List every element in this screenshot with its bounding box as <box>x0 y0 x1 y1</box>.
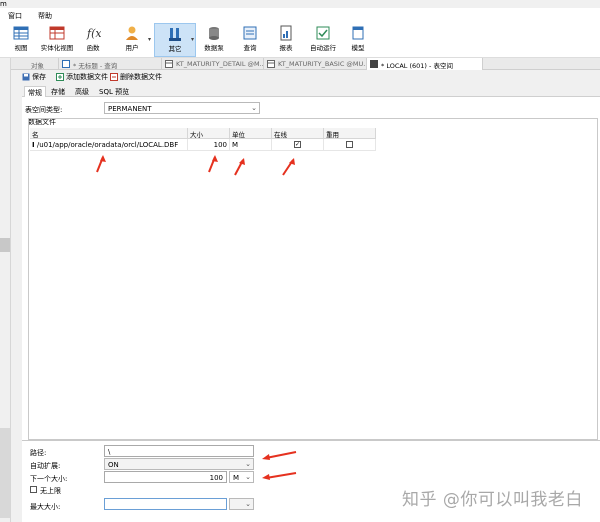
model-button[interactable]: 模型 <box>344 23 372 57</box>
path-input[interactable]: \ <box>104 445 254 457</box>
chevron-down-icon: ⌄ <box>251 104 257 112</box>
column-header-online[interactable]: 在线 <box>272 128 324 139</box>
cell-size[interactable]: 100 <box>188 139 230 151</box>
cell-unit[interactable]: M <box>230 139 272 151</box>
unlimited-label: 无上限 <box>40 487 61 495</box>
row-cursor-icon: I <box>32 141 35 149</box>
menu-window[interactable]: 窗口 <box>8 11 22 21</box>
next-size-input[interactable]: 100 <box>104 471 227 483</box>
annotation-arrow <box>96 155 106 173</box>
main-toolbar: 视图 实体化视图 f(x) 函数 用户 其它 数据泵 查询 报表 自动运行 模型… <box>0 22 600 58</box>
annotation-arrow <box>234 158 245 176</box>
table-icon <box>13 26 29 40</box>
annotation-arrow <box>208 155 218 173</box>
tab-untitled-query[interactable]: * 无标题 - 查询 <box>59 58 162 70</box>
tablespace-type-select[interactable]: PERMANENT ⌄ <box>104 102 260 114</box>
next-size-unit-select[interactable]: M ⌄ <box>229 471 254 483</box>
add-datafile-button[interactable]: 添加数据文件 <box>56 72 108 82</box>
user-button[interactable]: 用户 <box>116 23 148 57</box>
tablespace-tab-icon <box>370 60 378 68</box>
watermark: 知乎 @你可以叫我老白 <box>402 490 583 510</box>
window-title-fragment: m <box>0 0 7 8</box>
svg-text:f(x): f(x) <box>86 27 101 40</box>
online-checkbox[interactable]: ✓ <box>294 141 301 148</box>
unlimited-checkbox[interactable] <box>30 486 37 493</box>
path-label: 路径: <box>30 449 47 457</box>
query-button[interactable]: 查询 <box>236 23 264 57</box>
reuse-checkbox[interactable] <box>346 141 353 148</box>
query-icon <box>243 26 257 40</box>
max-size-unit-select[interactable]: ⌄ <box>229 498 254 510</box>
tab-advanced[interactable]: 高级 <box>72 86 92 97</box>
function-icon: f(x) <box>86 27 101 40</box>
left-side-strip <box>0 58 11 522</box>
user-dropdown-arrow-icon[interactable]: ▾ <box>148 36 151 43</box>
save-icon <box>22 73 30 81</box>
chevron-down-icon: ⌄ <box>245 460 251 468</box>
data-pump-button[interactable]: 数据泵 <box>200 23 228 57</box>
document-tab-bar: 对象 * 无标题 - 查询 KT_MATURITY_DETAIL @M... K… <box>11 58 600 70</box>
view-button[interactable]: 视图 <box>6 23 36 57</box>
column-header-name[interactable]: 名 <box>30 128 188 139</box>
automation-button[interactable]: 自动运行 <box>306 23 340 57</box>
automation-icon <box>316 26 330 40</box>
tab-storage[interactable]: 存储 <box>48 86 68 97</box>
data-pump-icon <box>209 27 219 40</box>
add-file-icon <box>56 73 64 81</box>
annotation-arrow <box>282 158 295 176</box>
next-size-label: 下一个大小: <box>30 475 68 483</box>
table-tab-icon <box>267 60 275 68</box>
delete-datafile-button[interactable]: 删除数据文件 <box>110 72 162 82</box>
annotation-arrow <box>262 472 297 480</box>
menu-help[interactable]: 帮助 <box>38 11 52 21</box>
function-button[interactable]: f(x) 函数 <box>78 23 108 57</box>
user-icon <box>126 26 138 40</box>
materialized-view-button[interactable]: 实体化视图 <box>38 23 76 57</box>
table-tab-icon <box>165 60 173 68</box>
tab-kt-maturity-detail[interactable]: KT_MATURITY_DETAIL @M... <box>162 58 264 70</box>
main-content: 表空间类型: PERMANENT ⌄ 数据文件 名 大小 单位 在线 重用 I … <box>22 97 600 522</box>
cell-online[interactable]: ✓ <box>272 139 324 151</box>
column-header-reuse[interactable]: 重用 <box>324 128 376 139</box>
other-dropdown-arrow-icon[interactable]: ▾ <box>191 36 194 43</box>
tablespace-type-label: 表空间类型: <box>25 106 63 114</box>
cell-reuse[interactable] <box>324 139 376 151</box>
datafile-grid: 名 大小 单位 在线 重用 I /u01/app/oracle/oradata/… <box>30 128 376 152</box>
annotation-arrow <box>262 451 297 460</box>
left-strip-marker[interactable] <box>0 238 10 252</box>
subtab-bar: 常规 存储 高级 SQL 预览 <box>22 85 600 97</box>
materialized-view-icon <box>49 26 65 40</box>
save-button[interactable]: 保存 <box>22 72 46 82</box>
model-icon <box>352 26 364 40</box>
tab-kt-maturity-basic[interactable]: KT_MATURITY_BASIC @MU... <box>264 58 367 70</box>
tab-local-tablespace[interactable]: * LOCAL (601) - 表空间 <box>367 58 483 70</box>
report-button[interactable]: 报表 <box>272 23 300 57</box>
tab-objects[interactable]: 对象 <box>11 58 59 70</box>
query-tab-icon <box>62 60 70 68</box>
column-header-unit[interactable]: 单位 <box>230 128 272 139</box>
datafile-group <box>28 118 598 440</box>
tab-sql-preview[interactable]: SQL 预览 <box>96 86 132 97</box>
autoextend-label: 自动扩展: <box>30 462 61 470</box>
other-button[interactable]: 其它 <box>154 23 196 57</box>
object-toolbar: 保存 添加数据文件 删除数据文件 <box>22 71 600 83</box>
chevron-down-icon: ⌄ <box>245 500 251 508</box>
delete-file-icon <box>110 73 118 81</box>
tab-general[interactable]: 常规 <box>24 86 46 97</box>
cell-filename[interactable]: I /u01/app/oracle/oradata/orcl/LOCAL.DBF <box>30 139 188 151</box>
separator <box>22 440 600 441</box>
max-size-input[interactable] <box>104 498 227 510</box>
max-size-label: 最大大小: <box>30 503 61 511</box>
chevron-down-icon: ⌄ <box>245 473 251 481</box>
report-icon <box>280 25 292 41</box>
autoextend-select[interactable]: ON ⌄ <box>104 458 254 470</box>
menu-bar: 窗口 帮助 <box>0 8 600 22</box>
column-header-size[interactable]: 大小 <box>188 128 230 139</box>
left-strip-scroll[interactable] <box>0 428 10 518</box>
tools-icon <box>169 28 181 41</box>
